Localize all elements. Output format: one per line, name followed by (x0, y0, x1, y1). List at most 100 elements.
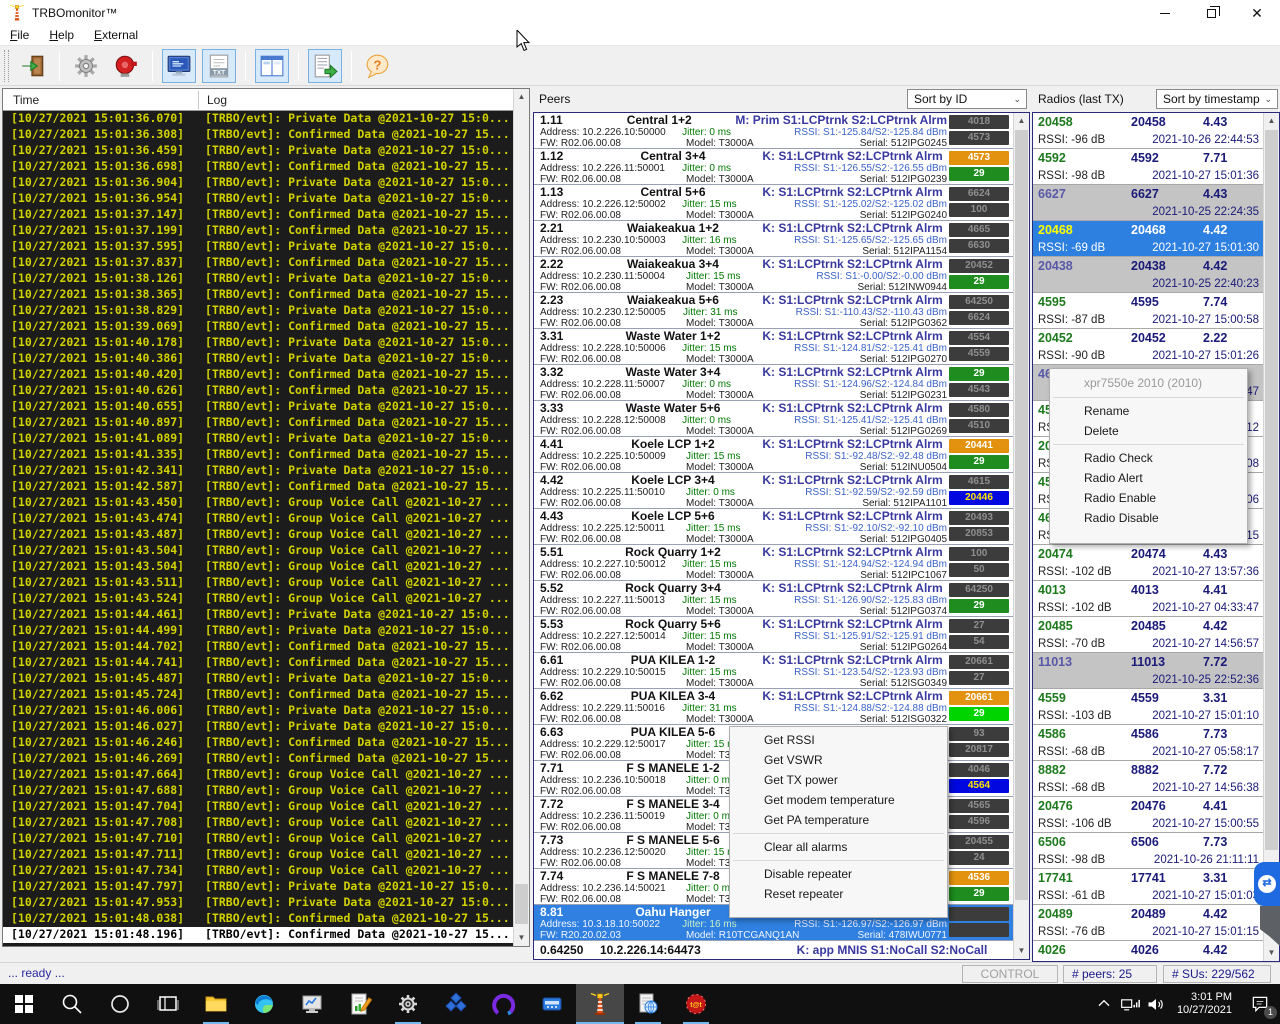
peers-sort-dropdown[interactable]: Sort by ID⌄ (907, 89, 1027, 109)
log-row[interactable]: [10/27/2021 15:01:47.704][TRBO/evt]: Gro… (3, 799, 513, 815)
peer-row[interactable]: 5.51Rock Quarry 1+2K: S1:LCPtrnk S2:LCPt… (534, 545, 1029, 581)
menu-item-radio-alert[interactable]: Radio Alert (1050, 468, 1247, 488)
network-icon[interactable] (1117, 984, 1143, 1024)
tray-chevron-up-icon[interactable] (1091, 984, 1117, 1024)
log-row[interactable]: [10/27/2021 15:01:43.450][TRBO/evt]: Gro… (3, 495, 513, 511)
radio-row[interactable]: 401340134.41RSSI: -102 dB2021-10-27 04:3… (1033, 581, 1279, 617)
log-row[interactable]: [10/27/2021 15:01:43.474][TRBO/evt]: Gro… (3, 511, 513, 527)
log-row[interactable]: [10/27/2021 15:01:46.027][TRBO/evt]: Pri… (3, 719, 513, 735)
menu-item-get-pa-temperature[interactable]: Get PA temperature (730, 810, 947, 830)
monitor-view-button[interactable] (162, 49, 196, 83)
taskbar-icon-start[interactable] (0, 984, 48, 1024)
export-button[interactable] (308, 49, 342, 83)
log-row[interactable]: [10/27/2021 15:01:43.524][TRBO/evt]: Gro… (3, 591, 513, 607)
log-row[interactable]: [10/27/2021 15:01:36.308][TRBO/evt]: Con… (3, 127, 513, 143)
log-row[interactable]: [10/27/2021 15:01:37.837][TRBO/evt]: Con… (3, 255, 513, 271)
menu-item-radio-disable[interactable]: Radio Disable (1050, 508, 1247, 528)
log-row[interactable]: [10/27/2021 15:01:44.461][TRBO/evt]: Pri… (3, 607, 513, 623)
menu-item-reset-repeater[interactable]: Reset repeater (730, 884, 947, 904)
taskbar-icon-cortana[interactable] (96, 984, 144, 1024)
log-row[interactable]: [10/27/2021 15:01:44.741][TRBO/evt]: Con… (3, 655, 513, 671)
log-row[interactable]: [10/27/2021 15:01:43.487][TRBO/evt]: Gro… (3, 527, 513, 543)
speaker-icon[interactable] (1143, 984, 1169, 1024)
radio-row[interactable]: 458645867.73RSSI: -68 dB2021-10-27 05:58… (1033, 725, 1279, 761)
log-row[interactable]: [10/27/2021 15:01:44.702][TRBO/evt]: Con… (3, 639, 513, 655)
log-row[interactable]: [10/27/2021 15:01:47.734][TRBO/evt]: Gro… (3, 863, 513, 879)
log-scroll-down-icon[interactable]: ▼ (514, 930, 529, 946)
menu-file[interactable]: File (0, 26, 39, 45)
log-row[interactable]: [10/27/2021 15:01:47.797][TRBO/evt]: Pri… (3, 879, 513, 895)
menu-help[interactable]: Help (39, 26, 84, 45)
log-row[interactable]: [10/27/2021 15:01:40.386][TRBO/evt]: Pri… (3, 351, 513, 367)
taskbar-icon-gear2[interactable] (384, 984, 432, 1024)
split-view-button[interactable] (255, 49, 289, 83)
log-row[interactable]: [10/27/2021 15:01:46.269][TRBO/evt]: Con… (3, 751, 513, 767)
menu-item-get-modem-temperature[interactable]: Get modem temperature (730, 790, 947, 810)
menu-item-rename[interactable]: Rename (1050, 401, 1247, 421)
radios-scroll-down-icon[interactable]: ▼ (1264, 945, 1279, 961)
control-button[interactable]: CONTROL (962, 965, 1058, 983)
peers-scrollbar[interactable]: ▲ ▼ (1013, 113, 1029, 959)
menu-external[interactable]: External (84, 26, 148, 45)
radio-row[interactable]: 17741177413.31RSSI: -61 dB2021-10-27 15:… (1033, 869, 1279, 905)
peer-row[interactable]: 3.32Waste Water 3+4K: S1:LCPtrnk S2:LCPt… (534, 365, 1029, 401)
teamviewer-panel-handle[interactable]: ⇄ (1254, 862, 1280, 906)
radio-row[interactable]: 459545957.74RSSI: -87 dB2021-10-27 15:00… (1033, 293, 1279, 329)
taskbar-icon-reportpencil[interactable] (336, 984, 384, 1024)
log-row[interactable]: [10/27/2021 15:01:42.587][TRBO/evt]: Con… (3, 479, 513, 495)
radio-row[interactable]: 20474204744.43RSSI: -102 dB2021-10-27 13… (1033, 545, 1279, 581)
log-row[interactable]: [10/27/2021 15:01:43.511][TRBO/evt]: Gro… (3, 575, 513, 591)
log-row[interactable]: [10/27/2021 15:01:44.499][TRBO/evt]: Pri… (3, 623, 513, 639)
log-row[interactable]: [10/27/2021 15:01:37.199][TRBO/evt]: Con… (3, 223, 513, 239)
log-row[interactable]: [10/27/2021 15:01:47.688][TRBO/evt]: Gro… (3, 783, 513, 799)
taskbar-icon-explorer[interactable] (192, 984, 240, 1024)
log-row[interactable]: [10/27/2021 15:01:43.504][TRBO/evt]: Gro… (3, 543, 513, 559)
log-row[interactable]: [10/27/2021 15:01:38.365][TRBO/evt]: Con… (3, 287, 513, 303)
log-row[interactable]: [10/27/2021 15:01:40.626][TRBO/evt]: Con… (3, 383, 513, 399)
log-row[interactable]: [10/27/2021 15:01:45.487][TRBO/evt]: Pri… (3, 671, 513, 687)
log-row[interactable]: [10/27/2021 15:01:48.196][TRBO/evt]: Con… (3, 927, 513, 943)
radio-row[interactable]: 20485204854.42RSSI: -70 dB2021-10-27 14:… (1033, 617, 1279, 653)
radio-row[interactable]: 888288827.72RSSI: -68 dB2021-10-27 14:56… (1033, 761, 1279, 797)
log-row[interactable]: [10/27/2021 15:01:40.655][TRBO/evt]: Pri… (3, 399, 513, 415)
peer-row[interactable]: 5.52Rock Quarry 3+4K: S1:LCPtrnk S2:LCPt… (534, 581, 1029, 617)
notification-center-icon[interactable]: 1 (1240, 984, 1280, 1024)
text-log-button[interactable]: TXT (202, 49, 236, 83)
peer-row[interactable]: 2.23Waiakeakua 5+6K: S1:LCPtrnk S2:LCPtr… (534, 293, 1029, 329)
log-row[interactable]: [10/27/2021 15:01:47.953][TRBO/evt]: Pri… (3, 895, 513, 911)
log-scrollbar[interactable]: ▲ ▼ (513, 89, 529, 946)
menu-item-get-tx-power[interactable]: Get TX power (730, 770, 947, 790)
log-row[interactable]: [10/27/2021 15:01:47.711][TRBO/evt]: Gro… (3, 847, 513, 863)
peer-row[interactable]: 1.12Central 3+4K: S1:LCPtrnk S2:LCPtrnk … (534, 149, 1029, 185)
restore-button[interactable] (1188, 0, 1234, 26)
log-row[interactable]: [10/27/2021 15:01:42.341][TRBO/evt]: Pri… (3, 463, 513, 479)
settings-button[interactable] (69, 49, 103, 83)
menu-item-radio-check[interactable]: Radio Check (1050, 448, 1247, 468)
log-row[interactable]: [10/27/2021 15:01:38.829][TRBO/evt]: Pri… (3, 303, 513, 319)
radio-row[interactable]: 11013110137.722021-10-25 22:52:36 (1033, 653, 1279, 689)
radio-row[interactable]: 20452204522.22RSSI: -90 dB2021-10-27 15:… (1033, 329, 1279, 365)
peer-row[interactable]: 4.41Koele LCP 1+2K: S1:LCPtrnk S2:LCPtrn… (534, 437, 1029, 473)
log-scroll-thumb[interactable] (515, 884, 528, 924)
log-row[interactable]: [10/27/2021 15:01:41.335][TRBO/evt]: Con… (3, 447, 513, 463)
peer-row[interactable]: 4.42Koele LCP 3+4K: S1:LCPtrnk S2:LCPtrn… (534, 473, 1029, 509)
log-row[interactable]: [10/27/2021 15:01:36.954][TRBO/evt]: Pri… (3, 191, 513, 207)
log-row[interactable]: [10/27/2021 15:01:46.246][TRBO/evt]: Con… (3, 735, 513, 751)
minimize-button[interactable] (1142, 0, 1188, 26)
radio-row[interactable]: 455945593.31RSSI: -103 dB2021-10-27 15:0… (1033, 689, 1279, 725)
peer-row[interactable]: 1.13Central 5+6K: S1:LCPtrnk S2:LCPtrnk … (534, 185, 1029, 221)
help-button[interactable]: ? (361, 49, 395, 83)
log-row[interactable]: [10/27/2021 15:01:39.069][TRBO/evt]: Con… (3, 319, 513, 335)
taskbar-icon-codemeter[interactable] (432, 984, 480, 1024)
radio-row[interactable]: 20458204584.43RSSI: -96 dB2021-10-26 22:… (1033, 113, 1279, 149)
menu-item-disable-repeater[interactable]: Disable repeater (730, 864, 947, 884)
radio-row[interactable]: 20438204384.422021-10-25 22:40:23 (1033, 257, 1279, 293)
log-row[interactable]: [10/27/2021 15:01:36.698][TRBO/evt]: Con… (3, 159, 513, 175)
taskbar-icon-docglobe[interactable] (624, 984, 672, 1024)
toolbar-grip[interactable] (4, 50, 9, 82)
log-row[interactable]: [10/27/2021 15:01:47.710][TRBO/evt]: Gro… (3, 831, 513, 847)
peer-row[interactable]: 5.53Rock Quarry 5+6K: S1:LCPtrnk S2:LCPt… (534, 617, 1029, 653)
peers-scroll-thumb[interactable] (1015, 130, 1028, 900)
menu-item-clear-all-alarms[interactable]: Clear all alarms (730, 837, 947, 857)
taskbar-clock[interactable]: 3:01 PM10/27/2021 (1169, 991, 1240, 1017)
